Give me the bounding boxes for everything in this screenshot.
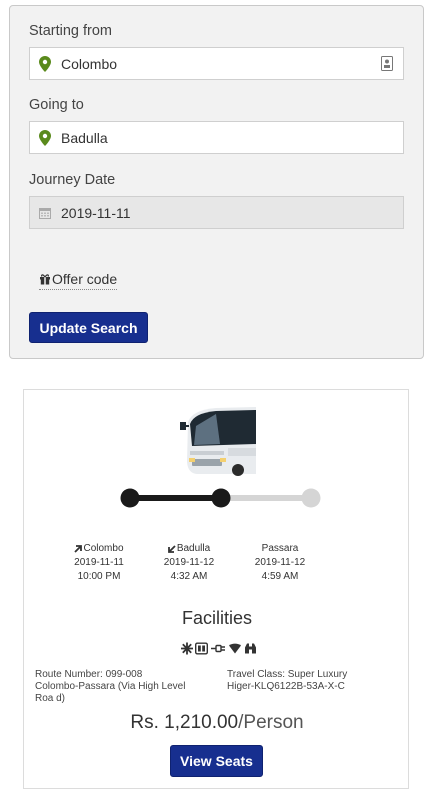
to-value: Badulla bbox=[61, 129, 108, 146]
bus-image bbox=[180, 407, 256, 476]
calendar-icon bbox=[39, 207, 51, 219]
from-value: Colombo bbox=[61, 55, 118, 72]
route-progress bbox=[120, 488, 321, 508]
stop-name-row: Badulla bbox=[144, 542, 234, 556]
departure-arrow-icon bbox=[74, 545, 83, 553]
stop-name: Colombo bbox=[83, 543, 124, 554]
gift-icon bbox=[40, 274, 50, 285]
stop-info: Passara 2019-11-12 4:59 AM bbox=[235, 542, 325, 584]
snowflake-ac-icon bbox=[181, 642, 193, 655]
stop-name-row: Passara bbox=[235, 542, 325, 556]
stop-dot bbox=[120, 488, 140, 508]
stop-name: Passara bbox=[261, 543, 299, 554]
update-search-button[interactable]: Update Search bbox=[29, 312, 148, 343]
bus-result-card: Colombo 2019-11-11 10:00 PM Badulla 2019-11-… bbox=[23, 389, 409, 789]
price-unit: /Person bbox=[238, 712, 304, 733]
price-amount: Rs. 1,210.00 bbox=[130, 712, 239, 733]
class-info: Travel Class: Super Luxury Higer-KLQ6122… bbox=[227, 669, 405, 693]
travel-class: Travel Class: Super Luxury bbox=[227, 669, 348, 680]
wifi-icon bbox=[228, 642, 242, 655]
stop-date: 2019-11-12 bbox=[163, 557, 215, 568]
route-info: Route Number: 099-008 Colombo-Passara (V… bbox=[35, 669, 205, 705]
facilities-title: Facilities bbox=[181, 608, 252, 628]
date-label: Journey Date bbox=[29, 172, 116, 188]
offer-code-link[interactable]: Offer code bbox=[39, 271, 118, 290]
from-field[interactable]: Colombo bbox=[29, 47, 404, 80]
stop-date: 2019-11-11 bbox=[74, 557, 124, 568]
route-number: Route Number: 099-008 bbox=[35, 669, 143, 680]
facilities-icons bbox=[181, 641, 256, 655]
journey-date-field[interactable]: 2019-11-11 bbox=[29, 196, 404, 229]
stop-date: 2019-11-12 bbox=[254, 557, 306, 568]
price: Rs. 1,210.00/Person bbox=[24, 712, 410, 734]
search-panel: Starting from Colombo Going to Badulla J… bbox=[9, 5, 424, 359]
map-pin-icon bbox=[39, 129, 51, 146]
stop-name: Badulla bbox=[176, 543, 211, 554]
contact-card-icon[interactable] bbox=[381, 56, 393, 71]
date-value: 2019-11-11 bbox=[61, 204, 131, 221]
tv-icon bbox=[195, 642, 208, 655]
stop-time: 4:32 AM bbox=[170, 571, 208, 582]
view-seats-button[interactable]: View Seats bbox=[170, 745, 263, 777]
stop-dot bbox=[301, 488, 321, 508]
stop-time: 4:59 AM bbox=[261, 571, 299, 582]
route-name: Colombo-Passara (Via High Level Roa d) bbox=[35, 681, 186, 704]
map-pin-icon bbox=[39, 55, 51, 72]
stop-dot bbox=[211, 488, 231, 508]
stop-time: 10:00 PM bbox=[77, 571, 121, 582]
binoculars-icon bbox=[244, 642, 257, 655]
stop-name-row: Colombo bbox=[54, 542, 144, 556]
charging-icon bbox=[210, 642, 226, 655]
stop-info: Colombo 2019-11-11 10:00 PM bbox=[54, 542, 144, 584]
arrival-arrow-icon bbox=[167, 545, 176, 553]
offer-code-label: Offer code bbox=[52, 271, 118, 287]
stop-info: Badulla 2019-11-12 4:32 AM bbox=[144, 542, 234, 584]
from-label: Starting from bbox=[29, 23, 112, 39]
to-field[interactable]: Badulla bbox=[29, 121, 404, 154]
to-label: Going to bbox=[29, 97, 84, 113]
bus-name: Higer-KLQ6122B-53A-X-C bbox=[227, 681, 345, 692]
